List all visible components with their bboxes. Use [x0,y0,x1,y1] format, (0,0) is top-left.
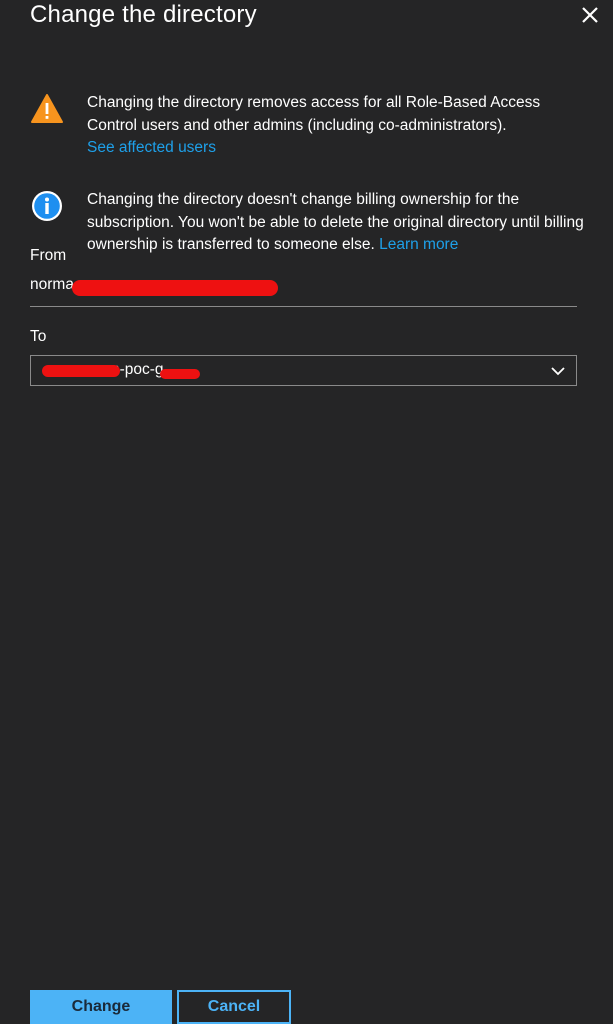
to-label: To [30,328,47,345]
from-divider [30,306,577,307]
redaction-mark [160,369,200,379]
redaction-mark [42,365,120,377]
redaction-mark [72,280,278,296]
warning-text: Changing the directory removes access fo… [87,94,541,134]
learn-more-link[interactable]: Learn more [379,236,458,253]
see-affected-users-link[interactable]: See affected users [87,139,216,156]
from-label: From [30,247,67,264]
close-icon[interactable] [579,4,601,26]
info-text: Changing the directory doesn't change bi… [87,191,584,253]
info-text-block: Changing the directory doesn't change bi… [87,189,587,257]
change-button[interactable]: Change [30,990,172,1024]
from-value: norma [30,276,74,294]
panel-title: Change the directory [30,1,257,28]
info-icon [30,189,64,223]
warning-text-block: Changing the directory removes access fo… [87,92,587,160]
chevron-down-icon [550,364,566,376]
warning-icon [30,92,64,126]
change-directory-panel: Change the directory Changing the direct… [0,0,613,1024]
cancel-button[interactable]: Cancel [177,990,291,1024]
from-value-text: norma [30,276,74,293]
